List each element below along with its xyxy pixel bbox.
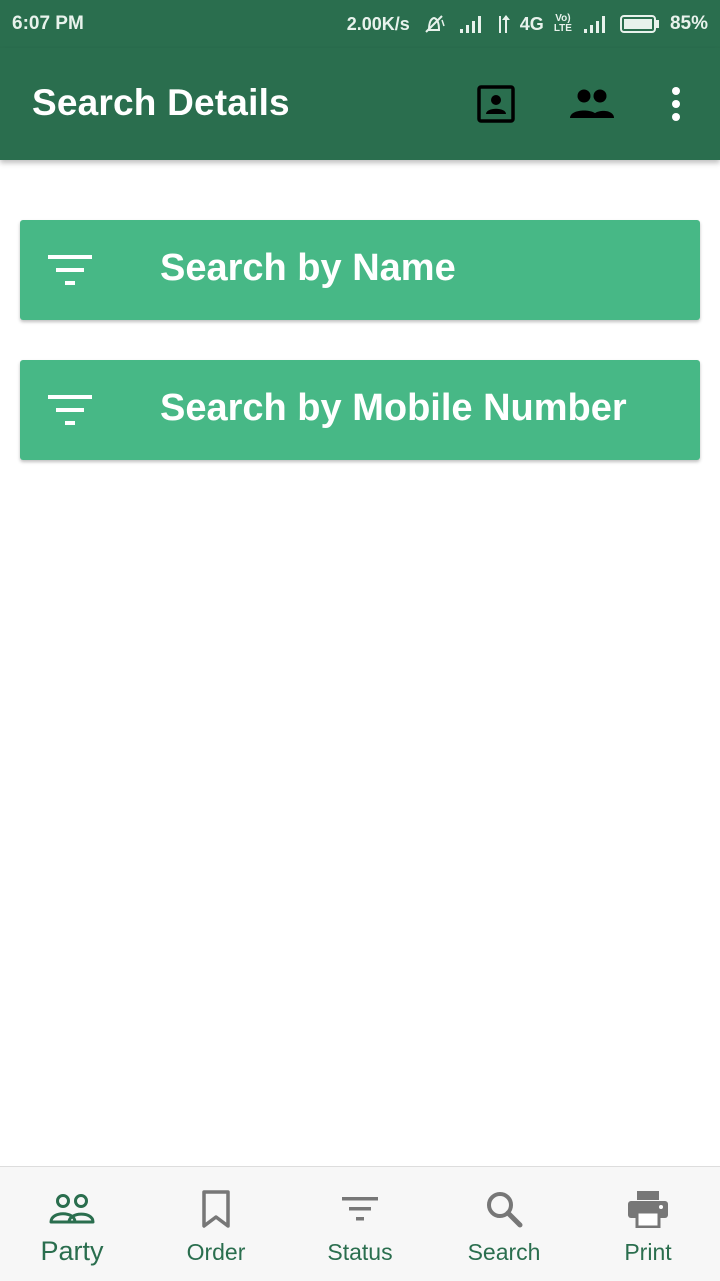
signal-icon bbox=[582, 14, 610, 34]
more-vert-icon bbox=[672, 87, 680, 121]
alarm-off-icon bbox=[420, 12, 448, 36]
nav-label-search: Search bbox=[467, 1239, 541, 1265]
nav-item-search[interactable]: Search bbox=[432, 1167, 576, 1281]
nav-label-status: Status bbox=[327, 1239, 393, 1265]
status-time: 6:07 PM bbox=[12, 13, 84, 34]
search-by-name-button[interactable]: Search by Name bbox=[20, 220, 700, 320]
bottom-nav: Party Order Status Search Print bbox=[0, 1166, 720, 1281]
net-speed: 2.00K/s bbox=[346, 13, 410, 34]
nav-item-party[interactable]: Party bbox=[0, 1167, 144, 1281]
nav-item-print[interactable]: Print bbox=[576, 1167, 720, 1281]
battery-icon bbox=[619, 14, 660, 34]
nav-label-party: Party bbox=[40, 1236, 104, 1266]
filter-icon bbox=[48, 395, 92, 425]
group-icon bbox=[570, 89, 614, 118]
status-bar: 6:07 PM 2.00K/s 4G Vo) LTE 85% bbox=[0, 0, 720, 48]
page-title: Search Details bbox=[32, 82, 290, 123]
group-button[interactable] bbox=[566, 78, 618, 130]
volte-bottom: LTE bbox=[553, 23, 572, 34]
data-arrows-icon bbox=[496, 13, 510, 35]
search-by-mobile-button[interactable]: Search by Mobile Number bbox=[20, 360, 700, 460]
signal-icon bbox=[458, 14, 486, 34]
search-by-mobile-label: Search by Mobile Number bbox=[160, 387, 627, 429]
bookmark-icon bbox=[202, 1190, 230, 1228]
filter-icon bbox=[48, 255, 92, 285]
search-by-name-label: Search by Name bbox=[160, 247, 456, 289]
search-icon bbox=[487, 1192, 523, 1228]
battery-level: 85% bbox=[669, 13, 708, 34]
nav-item-status[interactable]: Status bbox=[288, 1167, 432, 1281]
network-type: 4G bbox=[519, 13, 544, 34]
party-icon bbox=[49, 1194, 95, 1224]
nav-label-print: Print bbox=[624, 1239, 672, 1265]
app-bar: Search Details bbox=[0, 48, 720, 160]
filter-icon bbox=[342, 1197, 378, 1221]
contact-icon bbox=[477, 85, 515, 123]
nav-item-order[interactable]: Order bbox=[144, 1167, 288, 1281]
volte-icon: Vo) LTE bbox=[554, 14, 572, 34]
more-options-button[interactable] bbox=[650, 78, 702, 130]
print-icon bbox=[628, 1191, 668, 1228]
nav-label-order: Order bbox=[186, 1239, 246, 1265]
contact-button[interactable] bbox=[470, 78, 522, 130]
status-icons: 2.00K/s 4G Vo) LTE 85% bbox=[347, 12, 708, 36]
